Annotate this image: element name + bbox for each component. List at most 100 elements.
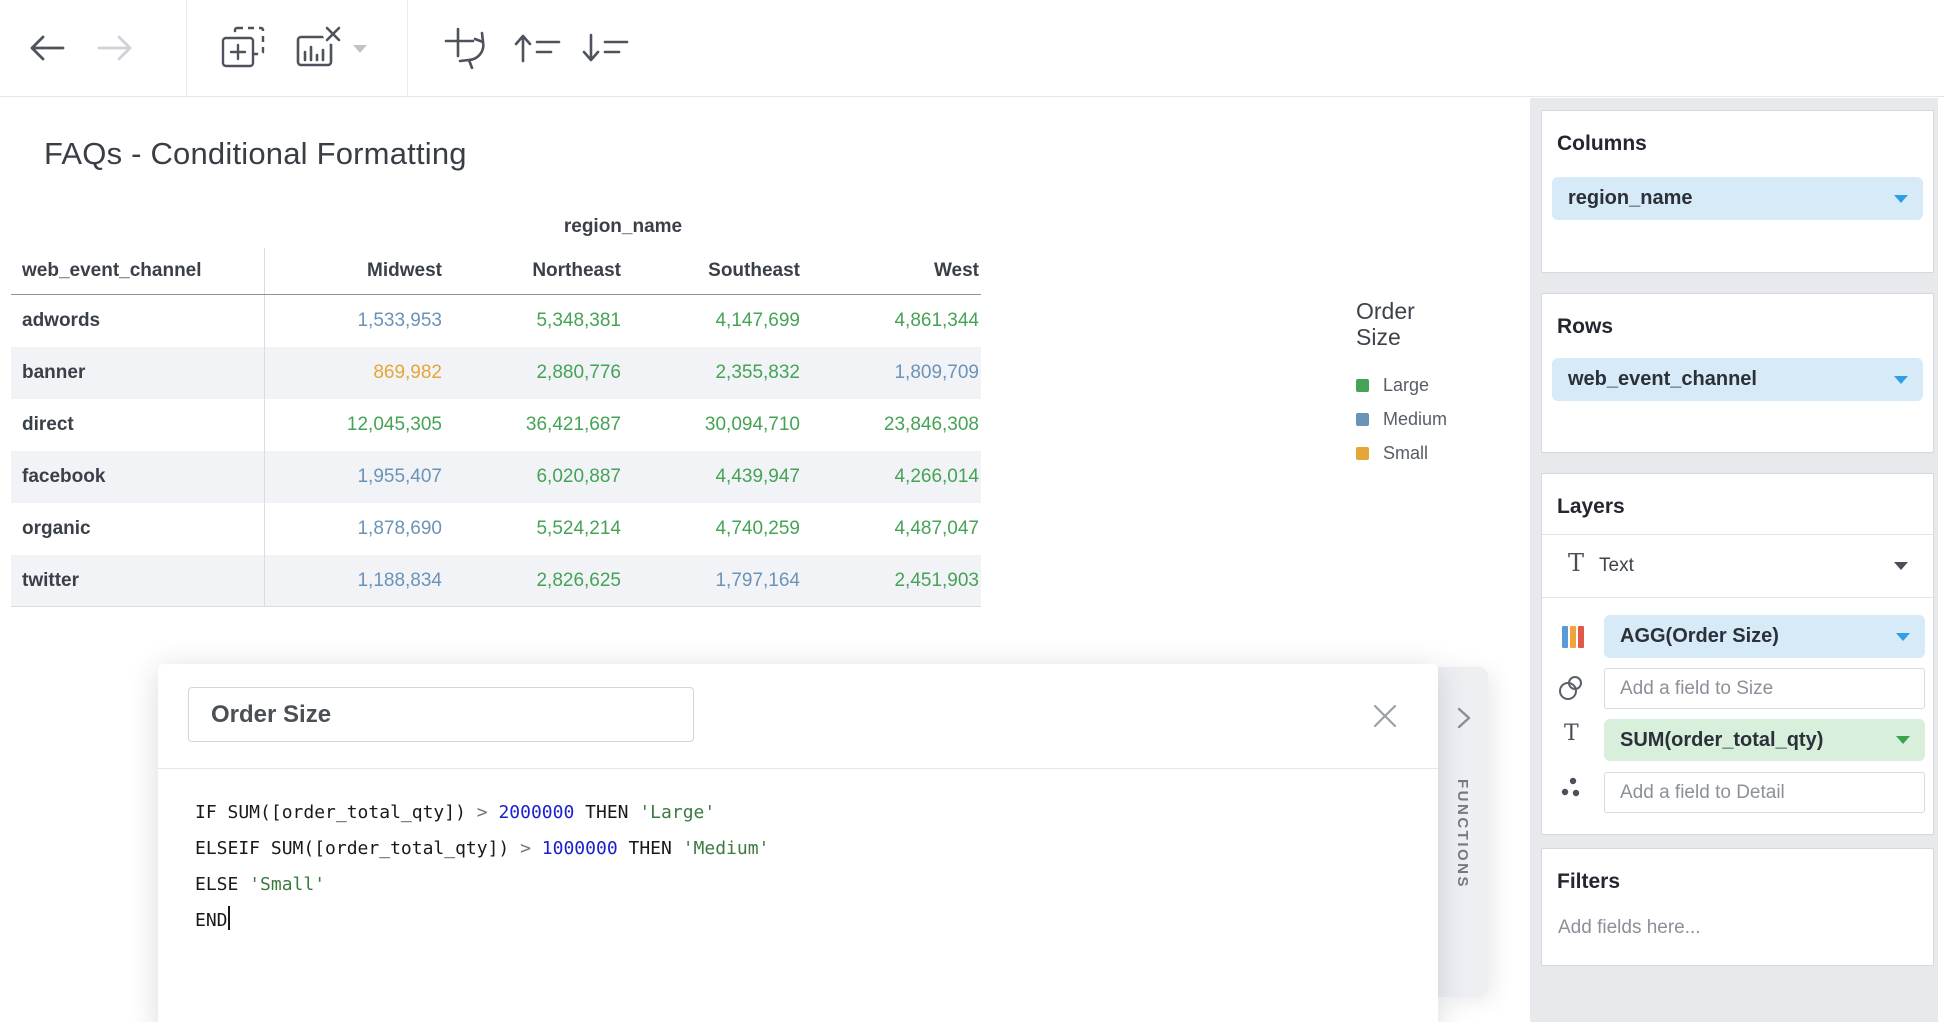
legend: Order Size LargeMediumSmall [1356, 298, 1496, 470]
code-token [531, 838, 542, 859]
value-cell: 4,147,699 [623, 295, 802, 347]
size-icon [1557, 674, 1585, 702]
text-field-label: SUM(order_total_qty) [1620, 729, 1823, 752]
code-token: ELSE [195, 874, 249, 895]
rows-field-label: web_event_channel [1568, 368, 1757, 391]
value-cell: 1,533,953 [265, 295, 444, 347]
sort-ascending-button[interactable] [514, 33, 564, 63]
legend-item: Small [1356, 436, 1496, 470]
legend-swatch [1356, 379, 1369, 392]
detail-icon [1560, 776, 1584, 800]
code-token: END [195, 910, 228, 931]
table-row: direct12,045,30536,421,68730,094,71023,8… [11, 399, 981, 451]
legend-swatch [1356, 447, 1369, 460]
filters-card: Filters Add fields here... [1541, 848, 1934, 966]
value-cell: 4,740,259 [623, 503, 802, 555]
back-button[interactable] [27, 33, 67, 63]
scrollbar-track[interactable] [1938, 98, 1944, 1022]
row-label: organic [11, 503, 265, 555]
legend-item: Large [1356, 368, 1496, 402]
close-button[interactable] [1372, 703, 1402, 733]
calculation-name-input[interactable] [188, 687, 694, 742]
layer-type-dropdown[interactable]: T Text [1542, 535, 1933, 597]
column-dimension-label: region_name [265, 216, 981, 238]
columns-field-label: region_name [1568, 187, 1692, 210]
toolbar-divider [186, 0, 187, 97]
formula-code[interactable]: IF SUM([order_total_qty]) > 2000000 THEN… [195, 795, 769, 939]
color-field-pill[interactable]: AGG(Order Size) [1604, 615, 1925, 658]
table-row: facebook1,955,4076,020,8874,439,9474,266… [11, 451, 981, 503]
value-cell: 6,020,887 [444, 451, 623, 503]
code-token: 1000000 [542, 838, 618, 859]
back-icon [27, 33, 67, 63]
code-line: IF SUM([order_total_qty]) > 2000000 THEN… [195, 795, 769, 831]
value-cell: 1,797,164 [623, 555, 802, 606]
close-icon [1372, 703, 1398, 729]
value-cell: 869,982 [265, 347, 444, 399]
functions-tab-label: FUNCTIONS [1454, 779, 1471, 889]
layers-card: Layers T Text AGG(Order Size) T SUM(orde… [1541, 473, 1934, 835]
value-cell: 5,348,381 [444, 295, 623, 347]
value-cell: 2,880,776 [444, 347, 623, 399]
text-field-pill[interactable]: SUM(order_total_qty) [1604, 719, 1925, 761]
text-layer-icon: T [1568, 549, 1584, 577]
table-header-row: web_event_channel MidwestNortheastSouthe… [11, 248, 981, 295]
dropdown-caret-icon [352, 43, 368, 54]
formula-editor-panel: IF SUM([order_total_qty]) > 2000000 THEN… [158, 664, 1438, 1022]
code-line: END [195, 903, 769, 939]
code-line: ELSEIF SUM([order_total_qty]) > 1000000 … [195, 831, 769, 867]
chevron-down-icon [1894, 562, 1908, 570]
row-label: direct [11, 399, 265, 451]
value-cell: 36,421,687 [444, 399, 623, 451]
color-field-label: AGG(Order Size) [1620, 625, 1779, 648]
row-label: twitter [11, 555, 265, 606]
legend-label: Medium [1383, 409, 1447, 430]
pivot-table: web_event_channel MidwestNortheastSouthe… [11, 248, 981, 607]
detail-field-input[interactable] [1604, 772, 1925, 813]
filters-card-title: Filters [1557, 870, 1933, 894]
divider [1542, 597, 1933, 598]
columns-card: Columns region_name [1541, 110, 1934, 273]
column-header: Northeast [444, 248, 623, 294]
sort-descending-button[interactable] [582, 33, 632, 63]
code-token: ELSEIF SUM([order_total_qty]) [195, 838, 520, 859]
layers-card-title: Layers [1557, 495, 1933, 519]
row-label: banner [11, 347, 265, 399]
size-field-input[interactable] [1604, 668, 1925, 709]
table-row: banner869,9822,880,7762,355,8321,809,709 [11, 347, 981, 399]
code-token: THEN [618, 838, 683, 859]
code-token: THEN [574, 802, 639, 823]
filters-drop-area[interactable]: Add fields here... [1558, 917, 1701, 939]
swap-axes-button[interactable] [444, 27, 506, 69]
column-header: Southeast [623, 248, 802, 294]
toolbar-divider [407, 0, 408, 97]
code-token: 'Small' [249, 874, 325, 895]
text-field-icon: T [1564, 721, 1579, 746]
column-header: West [802, 248, 981, 294]
chevron-down-icon [1894, 376, 1908, 384]
code-token [488, 802, 499, 823]
chevron-down-icon [1896, 633, 1910, 641]
rows-field-pill[interactable]: web_event_channel [1552, 358, 1923, 401]
sort-descending-icon [582, 33, 632, 63]
remove-chart-button[interactable] [294, 25, 344, 71]
forward-button[interactable] [95, 33, 135, 63]
chart-type-dropdown-caret[interactable] [352, 43, 368, 54]
forward-icon [95, 33, 135, 63]
columns-field-pill[interactable]: region_name [1552, 177, 1923, 220]
color-bars-icon [1560, 625, 1586, 649]
code-token: 'Large' [639, 802, 715, 823]
functions-tab[interactable]: FUNCTIONS [1438, 667, 1488, 997]
code-token: IF SUM([order_total_qty]) [195, 802, 477, 823]
value-cell: 1,878,690 [265, 503, 444, 555]
value-cell: 5,524,214 [444, 503, 623, 555]
code-token: > [477, 802, 488, 823]
value-cell: 30,094,710 [623, 399, 802, 451]
code-token: 2000000 [498, 802, 574, 823]
value-cell: 1,955,407 [265, 451, 444, 503]
add-chart-button[interactable] [221, 26, 267, 70]
legend-item: Medium [1356, 402, 1496, 436]
row-dimension-header: web_event_channel [11, 248, 265, 294]
value-cell: 2,826,625 [444, 555, 623, 606]
editor-divider [158, 768, 1438, 769]
